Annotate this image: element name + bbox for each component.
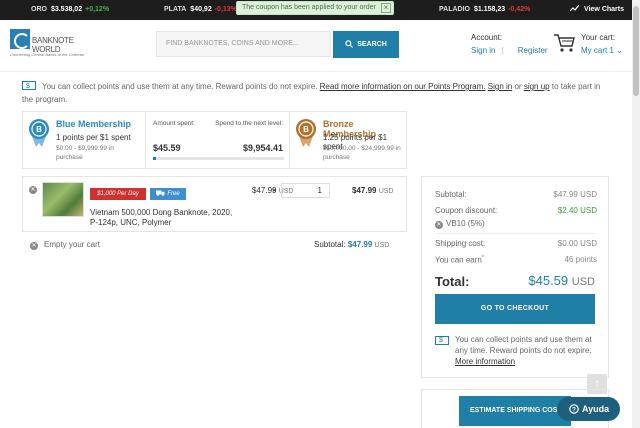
account-block: Account: Sign in | Register — [471, 33, 548, 55]
cart-item: ✕ $1,000 Per Day Free Vietnam 500,000 Do… — [22, 176, 407, 232]
amount-spent-panel: Amount spent: Spend to the next level: $… — [145, 112, 290, 168]
more-information-link[interactable]: More information — [455, 357, 515, 366]
truck-icon — [156, 190, 165, 196]
summary-shipping: Shipping cost: $0.00 USD — [435, 239, 597, 248]
membership-progress-bar — [153, 157, 284, 160]
product-image[interactable] — [42, 182, 84, 217]
daily-limit-tag: $1,000 Per Day — [90, 188, 146, 200]
estimate-shipping-button[interactable]: ESTIMATE SHIPPING COS — [459, 396, 571, 426]
progress-fill — [153, 157, 156, 160]
cart-subtotal: Subtotal: $47.99 USD — [314, 240, 390, 249]
line-total: $47.99 USD — [352, 186, 394, 195]
order-summary: Subtotal: $47.99 USD Coupon discount: $2… — [421, 176, 609, 378]
total-label: Total: — [435, 274, 470, 289]
membership-panel: B Blue Membership 1 points per $1 spent … — [22, 111, 407, 169]
summary-points-info: You can collect points and use them at a… — [435, 334, 600, 367]
chart-icon — [570, 5, 580, 12]
help-button[interactable]: ? Ayuda — [557, 397, 620, 421]
help-icon: ? — [569, 404, 579, 414]
divider — [435, 233, 597, 234]
ticker-gold: ORO $3.538,02 +0,12% — [31, 6, 110, 13]
search-button[interactable]: SEARCH — [333, 31, 399, 58]
logo-mark-icon — [10, 29, 30, 49]
amount-spent-value: $45.59 — [153, 143, 181, 153]
summary-points-earn: You can earn* 46 points — [435, 255, 597, 265]
sign-in-link[interactable]: Sign in — [471, 46, 495, 55]
empty-cart-button[interactable]: ✕ Empty your cart — [30, 240, 100, 250]
checkout-button[interactable]: GO TO CHECKOUT — [435, 294, 595, 324]
remove-coupon-icon[interactable]: ✕ — [435, 221, 443, 229]
cart-summary-link[interactable]: Your cart: My cart 1 ⌄ — [581, 33, 623, 55]
points-program-link[interactable]: Read more information on our Points Prog… — [320, 82, 486, 91]
next-level-value: $9,954.41 — [242, 143, 283, 153]
site-logo[interactable]: BANKNOTE WORLD Connecting Central Banks … — [10, 29, 100, 61]
scrollbar-thumb[interactable] — [633, 6, 639, 96]
svg-text:B: B — [303, 125, 309, 134]
ticker-silver: PLATA $40,92 -0,13% — [164, 6, 237, 13]
price-ticker: ORO $3.538,02 +0,12% PLATA $40,92 -0,13% The… — [0, 0, 632, 20]
remove-item-icon[interactable]: ✕ — [29, 186, 37, 194]
blue-badge-icon: B — [29, 119, 49, 147]
register-link[interactable]: Register — [518, 46, 548, 55]
bronze-membership: B Bronze Membership 1.25 points per $1 s… — [290, 112, 408, 168]
points-program-info: You can collect points and use them at a… — [22, 80, 607, 106]
total-value: $45.59 USD — [528, 273, 595, 288]
clear-icon: ✕ — [30, 242, 38, 250]
search-icon — [345, 40, 354, 48]
summary-coupon-discount: Coupon discount: $2.40 USD — [435, 206, 597, 215]
bronze-badge-icon: B — [296, 119, 316, 147]
money-icon — [435, 335, 449, 346]
view-charts-link[interactable]: View Charts — [570, 5, 624, 13]
summary-subtotal: Subtotal: $47.99 USD — [435, 190, 597, 199]
ticker-palladium: PALADIO $1.158,23 -0,42% — [439, 6, 531, 13]
svg-text:B: B — [36, 125, 42, 134]
cart-icon[interactable] — [553, 33, 575, 53]
free-shipping-tag: Free — [150, 188, 186, 200]
money-icon — [22, 80, 36, 93]
quantity-input[interactable]: 1 — [281, 183, 330, 198]
points-sign-up-link[interactable]: sign up — [524, 82, 550, 91]
vertical-scrollbar[interactable] — [632, 0, 640, 428]
product-title-link[interactable]: Vietnam 500,000 Dong Banknote, 2020, P-1… — [90, 208, 240, 228]
notice-close-icon[interactable]: × — [381, 3, 391, 13]
points-sign-in-link[interactable]: Sign in — [488, 82, 512, 91]
coupon-applied-notice: The coupon has been applied to your orde… — [236, 1, 394, 15]
page: ORO $3.538,02 +0,12% PLATA $40,92 -0,13% The… — [0, 0, 632, 428]
blue-membership: B Blue Membership 1 points per $1 spent … — [23, 112, 145, 168]
coupon-code: ✕ VB10 (5%) — [435, 219, 485, 229]
search-input[interactable]: FIND BANKNOTES, COINS AND MORE... — [156, 31, 331, 57]
svg-text:?: ? — [572, 407, 576, 414]
